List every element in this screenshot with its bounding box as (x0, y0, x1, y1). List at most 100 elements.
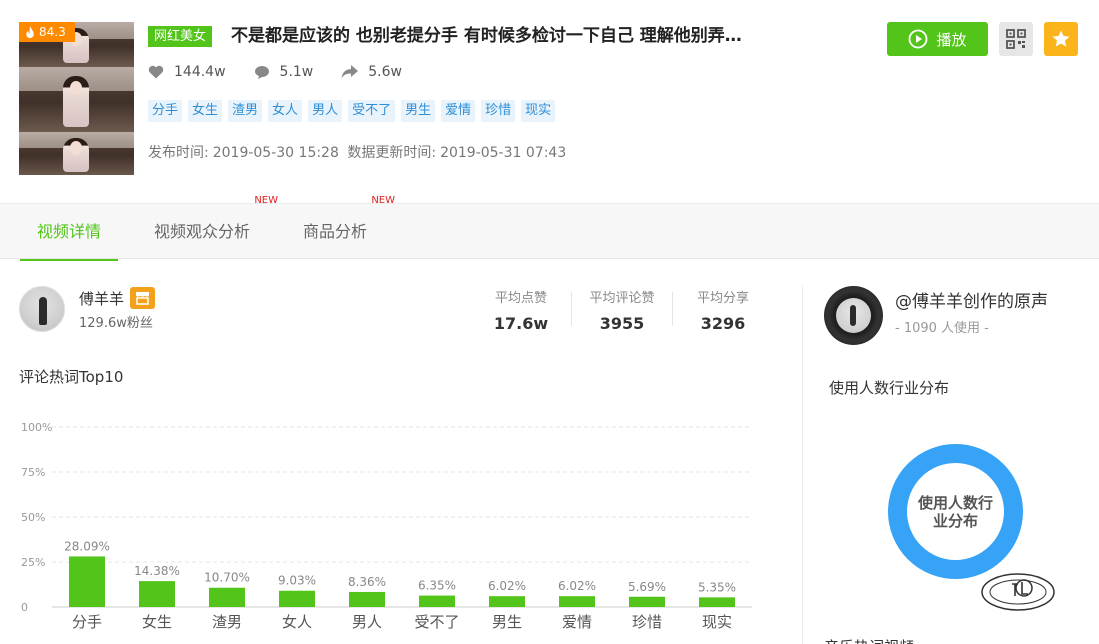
avg-label: 平均分享 (696, 291, 749, 306)
avg-label: 平均点赞 (494, 291, 547, 306)
x-tick-label: 受不了 (414, 613, 459, 631)
x-tick-label: 男人 (352, 613, 382, 631)
bar-value-label: 6.02% (488, 579, 526, 593)
y-tick-label: 75% (21, 466, 45, 479)
share-icon (341, 65, 359, 79)
x-tick-label: 男生 (492, 613, 522, 631)
y-tick-label: 50% (21, 511, 45, 524)
shares-stat: 5.6w (341, 64, 402, 80)
panel-divider (802, 286, 803, 644)
keyword-tag[interactable]: 受不了 (348, 100, 396, 122)
publish-info: 发布时间: 2019-05-30 15:28 数据更新时间: 2019-05-31 … (148, 142, 570, 162)
comments-count: 5.1w (279, 64, 314, 80)
bar (489, 596, 525, 607)
avg-shares: 平均分享 3296 (678, 287, 768, 333)
heat-score-value: 84.3 (39, 25, 66, 39)
bar-value-label: 10.70% (204, 571, 250, 585)
bar-value-label: 5.35% (698, 580, 736, 594)
music-hotwords-title: 音乐热词视频 (824, 636, 914, 644)
x-tick-label: 爱情 (562, 613, 592, 631)
keyword-tag[interactable]: 女人 (268, 100, 303, 122)
bar (139, 581, 175, 607)
bar-value-label: 6.35% (418, 579, 456, 593)
qr-code-button[interactable] (999, 22, 1033, 56)
avg-value: 3296 (700, 314, 746, 333)
update-label: 数据更新时间: (347, 145, 437, 161)
divider (571, 292, 572, 326)
comment-icon (254, 65, 269, 79)
heart-icon (148, 65, 164, 79)
tab-video-detail[interactable]: 视频详情 (19, 204, 119, 261)
bar-value-label: 5.69% (628, 580, 666, 594)
industry-donut-chart: 使用人数行业分布 (888, 444, 1023, 579)
comments-stat: 5.1w (254, 64, 314, 80)
keyword-tag[interactable]: 分手 (148, 100, 183, 122)
play-button[interactable]: 播放 (887, 22, 988, 56)
shares-count: 5.6w (368, 64, 402, 80)
author-fans: 129.6w粉丝 (79, 316, 153, 331)
heat-score-badge: 84.3 (19, 22, 75, 42)
star-icon (1052, 30, 1070, 47)
music-name[interactable]: @傅羊羊创作的原声 (895, 287, 1048, 312)
likes-count: 144.4w (174, 64, 226, 80)
storefront-icon (136, 292, 149, 305)
music-disc[interactable] (824, 286, 883, 345)
shop-icon[interactable] (130, 287, 155, 309)
bar (559, 596, 595, 607)
x-tick-label: 女生 (142, 613, 172, 631)
play-label: 播放 (936, 30, 967, 49)
new-badge: NEW (371, 195, 396, 206)
avg-value: 3955 (599, 314, 645, 333)
tab-bar: 视频详情 视频观众分析 NEW 商品分析 NEW (0, 195, 1099, 261)
y-tick-label: 0 (21, 601, 28, 614)
likes-stat: 144.4w (148, 64, 226, 80)
bar (209, 587, 245, 607)
play-icon (909, 29, 928, 49)
keyword-tag[interactable]: 女生 (188, 100, 223, 122)
x-tick-label: 女人 (282, 613, 312, 631)
qr-code-icon (1006, 29, 1026, 49)
author-name[interactable]: 傅羊羊 (79, 288, 124, 309)
keyword-tag[interactable]: 爱情 (441, 100, 476, 122)
avg-likes: 平均点赞 17.6w (476, 287, 566, 333)
video-title: 不是都是应该的 也别老提分手 有时候多检讨一下自己 理解他别弄… (231, 26, 742, 46)
x-tick-label: 现实 (702, 613, 732, 631)
author-avatar[interactable] (19, 286, 65, 332)
video-stats: 144.4w 5.1w 5.6w (148, 64, 430, 80)
bar (69, 556, 105, 607)
tab-label: 视频观众分析 (154, 222, 251, 241)
flame-icon (26, 25, 34, 38)
category-tag[interactable]: 网红美女 (148, 26, 213, 47)
favorite-button[interactable] (1044, 22, 1078, 56)
divider (672, 292, 673, 326)
bar (349, 591, 385, 607)
avg-label: 平均评论赞 (589, 291, 655, 306)
comment-hotwords-title: 评论热词Top10 (19, 368, 124, 386)
bar-value-label: 9.03% (278, 574, 316, 588)
new-badge: NEW (254, 195, 279, 206)
keyword-tag[interactable]: 男人 (308, 100, 343, 122)
bar (279, 590, 315, 607)
video-header: 84.3 网红美女 不是都是应该的 也别老提分手 有时候多检讨一下自己 理解他别… (0, 0, 1099, 203)
x-tick-label: 渣男 (212, 613, 242, 631)
keyword-tag[interactable]: 渣男 (228, 100, 263, 122)
bar-value-label: 28.09% (64, 539, 110, 553)
stamp-watermark (981, 573, 1055, 611)
y-tick-label: 25% (21, 556, 45, 569)
x-tick-label: 珍惜 (632, 613, 662, 631)
update-time: 2019-05-31 07:43 (440, 145, 567, 161)
tab-label: 视频详情 (37, 222, 102, 241)
keyword-tags: 分手 女生 渣男 女人 男人 受不了 男生 爱情 珍惜 现实 (148, 100, 556, 122)
keyword-tag[interactable]: 珍惜 (481, 100, 516, 122)
tab-audience-analysis[interactable]: 视频观众分析 NEW (154, 195, 278, 260)
video-thumbnail[interactable] (19, 22, 134, 175)
tab-label: 商品分析 (303, 222, 368, 241)
bar (699, 597, 735, 607)
bar-value-label: 6.02% (558, 579, 596, 593)
x-tick-label: 分手 (72, 613, 102, 631)
keyword-tag[interactable]: 男生 (401, 100, 436, 122)
donut-center-label: 使用人数行业分布 (917, 493, 993, 530)
bar-value-label: 14.38% (134, 564, 180, 578)
keyword-tag[interactable]: 现实 (521, 100, 556, 122)
tab-product-analysis[interactable]: 商品分析 NEW (303, 195, 395, 260)
